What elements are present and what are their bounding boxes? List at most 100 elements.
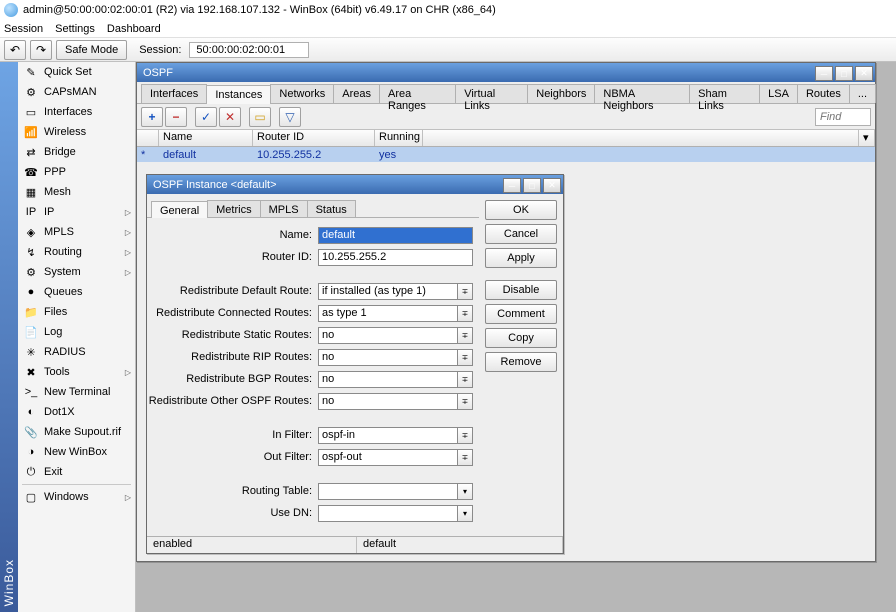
dialog-title: OSPF Instance <default> [153, 179, 277, 191]
redist-other-select[interactable]: no [318, 393, 458, 410]
tab-nbma-neighbors[interactable]: NBMA Neighbors [594, 84, 690, 103]
sidebar-item-wireless[interactable]: 📶Wireless [18, 122, 135, 142]
chevron-down-icon[interactable]: ∓ [458, 305, 473, 322]
chevron-down-icon[interactable]: ∓ [458, 283, 473, 300]
redist-bgp-select[interactable]: no [318, 371, 458, 388]
chevron-down-icon[interactable]: ∓ [458, 393, 473, 410]
ok-button[interactable]: OK [485, 200, 557, 220]
chevron-down-icon[interactable]: ▾ [458, 505, 473, 522]
dialog-tab-mpls[interactable]: MPLS [260, 200, 308, 217]
tab-area-ranges[interactable]: Area Ranges [379, 84, 456, 103]
col-dropdown-icon[interactable]: ▾ [859, 130, 875, 146]
col-flag[interactable] [137, 130, 159, 146]
sidebar-item-interfaces[interactable]: ▭Interfaces [18, 102, 135, 122]
tab-virtual-links[interactable]: Virtual Links [455, 84, 528, 103]
sidebar-item-ppp[interactable]: ☎PPP [18, 162, 135, 182]
sidebar-item-files[interactable]: 📁Files [18, 302, 135, 322]
chevron-down-icon[interactable]: ∓ [458, 349, 473, 366]
menu-dashboard[interactable]: Dashboard [107, 23, 161, 35]
maximize-icon[interactable]: □ [523, 178, 541, 193]
enable-button[interactable]: ✓ [195, 107, 217, 127]
chevron-down-icon[interactable]: ▾ [458, 483, 473, 500]
tab-sham-links[interactable]: Sham Links [689, 84, 760, 103]
chevron-down-icon[interactable]: ∓ [458, 371, 473, 388]
col-router-id[interactable]: Router ID [253, 130, 375, 146]
tab-areas[interactable]: Areas [333, 84, 380, 103]
sidebar-item-radius[interactable]: ✳RADIUS [18, 342, 135, 362]
disable-button[interactable]: ✕ [219, 107, 241, 127]
tab--[interactable]: ... [849, 84, 876, 103]
close-icon[interactable]: ✕ [855, 66, 873, 81]
add-button[interactable]: + [141, 107, 163, 127]
sidebar-item-routing[interactable]: ↯Routing▷ [18, 242, 135, 262]
sidebar-item-dot1x[interactable]: ◐Dot1X [18, 402, 135, 422]
row-name: default [159, 149, 253, 161]
ospf-window-titlebar[interactable]: OSPF ─ □ ✕ [137, 63, 875, 82]
disable-button[interactable]: Disable [485, 280, 557, 300]
apply-button[interactable]: Apply [485, 248, 557, 268]
maximize-icon[interactable]: □ [835, 66, 853, 81]
sidebar-item-quick-set[interactable]: ✎Quick Set [18, 62, 135, 82]
table-row[interactable]: * default 10.255.255.2 yes [137, 147, 875, 162]
close-icon[interactable]: ✕ [543, 178, 561, 193]
chevron-down-icon[interactable]: ∓ [458, 327, 473, 344]
redist-rip-select[interactable]: no [318, 349, 458, 366]
out-filter-select[interactable]: ospf-out [318, 449, 458, 466]
minimize-icon[interactable]: ─ [503, 178, 521, 193]
redo-button[interactable]: ↷ [30, 40, 52, 60]
cancel-button[interactable]: Cancel [485, 224, 557, 244]
dialog-tab-metrics[interactable]: Metrics [207, 200, 260, 217]
tab-neighbors[interactable]: Neighbors [527, 84, 595, 103]
chevron-down-icon[interactable]: ∓ [458, 449, 473, 466]
sidebar-item-system[interactable]: ⚙System▷ [18, 262, 135, 282]
comment-button[interactable]: ▭ [249, 107, 271, 127]
redist-default-select[interactable]: if installed (as type 1) [318, 283, 458, 300]
sidebar-item-log[interactable]: 📄Log [18, 322, 135, 342]
sidebar-item-bridge[interactable]: ⇄Bridge [18, 142, 135, 162]
comment-button[interactable]: Comment [485, 304, 557, 324]
find-input[interactable] [815, 108, 871, 126]
sidebar-item-label: MPLS [44, 226, 74, 238]
minimize-icon[interactable]: ─ [815, 66, 833, 81]
sidebar-item-new-winbox[interactable]: ◑New WinBox [18, 442, 135, 462]
router-id-input[interactable]: 10.255.255.2 [318, 249, 473, 266]
redist-static-select[interactable]: no [318, 327, 458, 344]
use-dn-select[interactable] [318, 505, 458, 522]
safe-mode-button[interactable]: Safe Mode [56, 40, 127, 60]
remove-button[interactable]: Remove [485, 352, 557, 372]
sidebar-item-windows[interactable]: ▢Windows▷ [18, 487, 135, 507]
sidebar-item-new-terminal[interactable]: >_New Terminal [18, 382, 135, 402]
sidebar-item-capsman[interactable]: ⚙CAPsMAN [18, 82, 135, 102]
sidebar-item-label: Wireless [44, 126, 86, 138]
tab-networks[interactable]: Networks [270, 84, 334, 103]
sidebar-item-make-supout-rif[interactable]: 📎Make Supout.rif [18, 422, 135, 442]
in-filter-select[interactable]: ospf-in [318, 427, 458, 444]
sidebar-item-ip[interactable]: IPIP▷ [18, 202, 135, 222]
sidebar-icon: ◑ [24, 446, 38, 458]
dialog-tab-general[interactable]: General [151, 201, 208, 218]
menu-session[interactable]: Session [4, 23, 43, 35]
tab-routes[interactable]: Routes [797, 84, 850, 103]
copy-button[interactable]: Copy [485, 328, 557, 348]
redist-connected-select[interactable]: as type 1 [318, 305, 458, 322]
dialog-tab-status[interactable]: Status [307, 200, 356, 217]
name-input[interactable]: default [318, 227, 473, 244]
undo-button[interactable]: ↶ [4, 40, 26, 60]
filter-button[interactable]: ▽ [279, 107, 301, 127]
remove-button[interactable]: − [165, 107, 187, 127]
sidebar-item-queues[interactable]: ●Queues [18, 282, 135, 302]
tab-lsa[interactable]: LSA [759, 84, 798, 103]
sidebar-item-tools[interactable]: ✖Tools▷ [18, 362, 135, 382]
tab-interfaces[interactable]: Interfaces [141, 84, 207, 103]
routing-table-select[interactable] [318, 483, 458, 500]
menu-settings[interactable]: Settings [55, 23, 95, 35]
col-name[interactable]: Name [159, 130, 253, 146]
sidebar-item-mpls[interactable]: ◈MPLS▷ [18, 222, 135, 242]
tab-instances[interactable]: Instances [206, 85, 271, 104]
session-value: 50:00:00:02:00:01 [189, 42, 309, 58]
sidebar-item-mesh[interactable]: ▦Mesh [18, 182, 135, 202]
sidebar-item-exit[interactable]: ⏻Exit [18, 462, 135, 482]
chevron-down-icon[interactable]: ∓ [458, 427, 473, 444]
dialog-titlebar[interactable]: OSPF Instance <default> ─ □ ✕ [147, 175, 563, 194]
col-running[interactable]: Running [375, 130, 423, 146]
